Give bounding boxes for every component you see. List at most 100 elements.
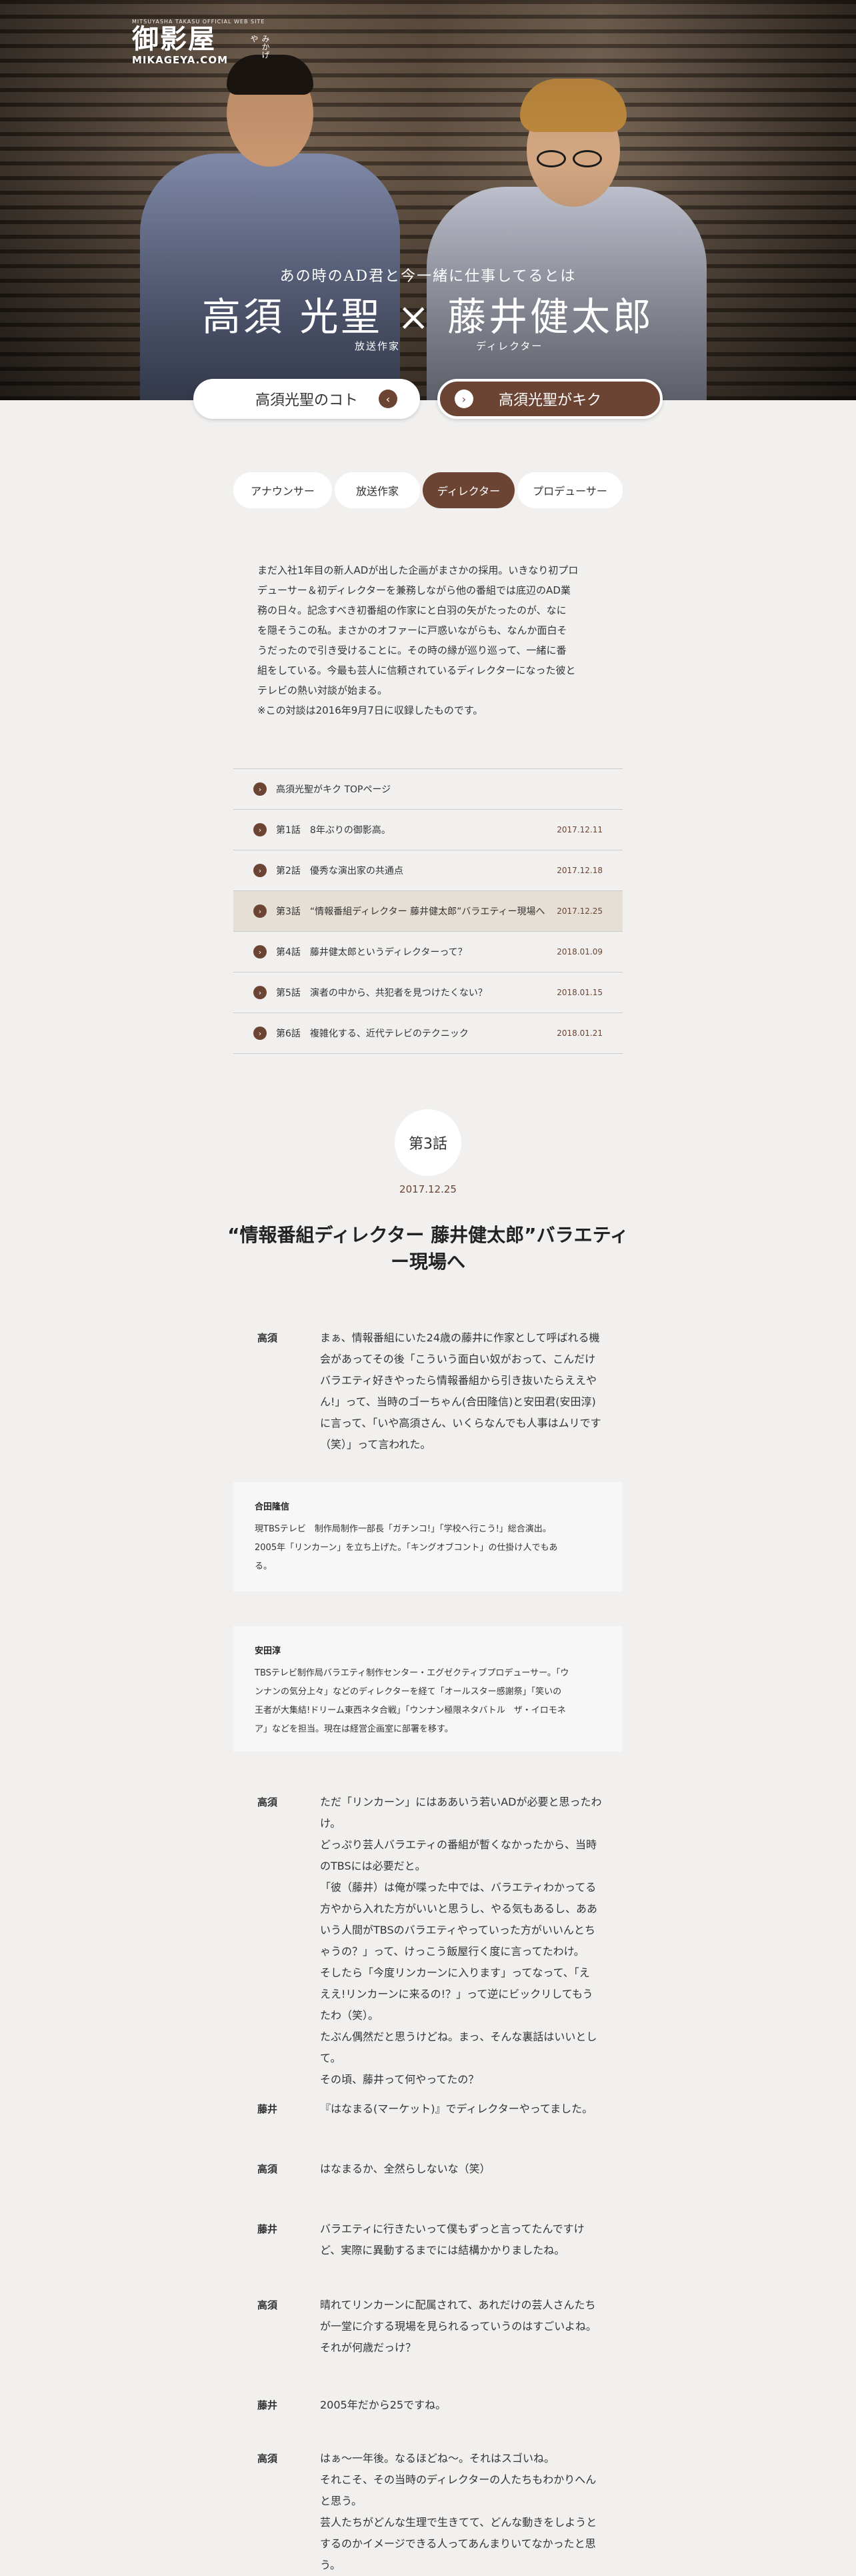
tab-writer[interactable]: 放送作家 <box>335 472 420 508</box>
tab-label: ディレクター <box>437 485 501 498</box>
episode-label: 第3話 “情報番組ディレクター 藤井健太郎”バラエティー現場へ <box>276 906 545 917</box>
episode-link-5[interactable]: › 第5話 演者の中から、共犯者を見つけたくない？ 2018.01.15 <box>233 973 623 1013</box>
dialogue-block: 高須 はなまるか、全然らしないな（笑） <box>257 2158 604 2180</box>
dialogue-line: け。 <box>320 1817 341 1830</box>
role-right: ディレクター <box>476 340 543 352</box>
dialogue-block: 藤井 2005年だから25ですね。 <box>257 2395 604 2416</box>
tab-producer[interactable]: プロデューサー <box>517 472 623 508</box>
dialogue-text: まぁ、情報番組にいた24歳の藤井に作家として呼ばれる機 会があってその後「こうい… <box>320 1327 604 1455</box>
site-logo[interactable]: MITSUYASHA TAKASU OFFICIAL WEB SITE 御影屋 … <box>132 19 270 66</box>
chevron-right-icon: › <box>253 823 267 836</box>
dialogue-block: 高須 はぁ〜一年後。なるほどね〜。それはスゴいね。 それこそ、その当時のディレク… <box>257 2448 604 2576</box>
episode-list: › 高須光聖がキク TOPページ › 第1話 8年ぶりの御影高。 2017.12… <box>233 768 623 1054</box>
dialogue-line: はぁ〜一年後。なるほどね〜。それはスゴいね。 <box>320 2452 555 2465</box>
episode-number: 第3話 <box>409 1136 447 1153</box>
chevron-right-icon: › <box>253 782 267 796</box>
logo-text: 御影屋 <box>132 23 216 55</box>
episode-link-3[interactable]: › 第3話 “情報番組ディレクター 藤井健太郎”バラエティー現場へ 2017.1… <box>233 891 623 932</box>
dialogue-line: ただ「リンカーン」にはああいう若いADが必要と思ったわ <box>320 1796 602 1808</box>
dialogue-text: 晴れてリンカーンに配属されて、あれだけの芸人さんたち が一堂に介する現場を見られ… <box>320 2295 604 2359</box>
speaker-name: 高須 <box>257 2163 278 2175</box>
dialogue-line: 方やから入れた方がいいと思うし、やる気もあるし、ああ <box>320 1902 598 1915</box>
tab-director[interactable]: ディレクター <box>423 472 515 508</box>
chevron-right-icon: › <box>253 945 267 958</box>
speaker-name: 藤井 <box>257 2223 278 2235</box>
dialogue-line: するのかイメージできる人ってあんまりいてなかったと思 <box>320 2537 596 2550</box>
dialogue-text: はぁ〜一年後。なるほどね〜。それはスゴいね。 それこそ、その当時のディレクターの… <box>320 2448 604 2576</box>
dialogue-text: バラエティに行きたいって僕もずっと言ってたんですけ ど、実際に異動するまでには結… <box>320 2218 604 2261</box>
episode-date: 2018.01.15 <box>557 988 603 997</box>
dialogue-line: （笑）」って言われた。 <box>320 1438 431 1451</box>
dialogue-line: ん!」って、当時のゴーちゃん(合田隆信)と安田君(安田淳) <box>320 1395 596 1408</box>
intro-line: 組をしている。今最も芸人に信頼されているディレクターになった彼と <box>257 664 576 676</box>
speaker-name: 藤井 <box>257 2103 278 2115</box>
chevron-right-icon: › <box>253 864 267 877</box>
dialogue-line: それこそ、その当時のディレクターの人たちもわかりへん <box>320 2473 597 2486</box>
dialogue-line: に言って、「いや高須さん、いくらなんでも人事はムリです <box>320 1417 601 1429</box>
takasu-no-koto-label: 高須光聖のコト <box>255 392 358 409</box>
speaker-name: 高須 <box>257 1796 278 1808</box>
annotation-line: 王者が大集結!ドリーム東西ネタ合戦」「ウンナン極限ネタバトル ザ・イロモネ <box>255 1706 566 1716</box>
dialogue-line: て。 <box>320 2052 341 2064</box>
dialogue-line: のTBSには必要だと。 <box>320 1860 426 1872</box>
page: MITSUYASHA TAKASU OFFICIAL WEB SITE 御影屋 … <box>0 0 856 2571</box>
dialogue-line: はなまるか、全然らしないな（笑） <box>320 2162 491 2175</box>
logo-kana: みかげや <box>249 35 270 59</box>
tab-label: 放送作家 <box>355 485 399 498</box>
episode-date: 2018.01.21 <box>557 1029 603 1038</box>
episode-label: 第5話 演者の中から、共犯者を見つけたくない？ <box>276 988 487 999</box>
tab-announcer[interactable]: アナウンサー <box>233 472 332 508</box>
episode-date: 2017.12.25 <box>557 906 603 916</box>
episode-date: 2017.12.18 <box>557 866 603 875</box>
intro-line: 務の日々。記念すべき初番組の作家にと白羽の矢がたったのが、なに <box>257 604 567 616</box>
intro-line: デューサー＆初ディレクターを兼務しながら他の番組では底辺のAD業 <box>257 584 571 596</box>
dialogue-line: が一堂に介する現場を見られるっていうのはすごいよね。 <box>320 2320 597 2333</box>
dialogue-block: 高須 まぁ、情報番組にいた24歳の藤井に作家として呼ばれる機 会があってその後「… <box>257 1327 604 1455</box>
dialogue-line: 会があってその後「こういう面白い奴がおって、こんだけ <box>320 1353 596 1365</box>
chevron-left-icon: ‹ <box>379 390 397 408</box>
dialogue-line: バラエティ好きやったら情報番組から引き抜いたらええや <box>320 1374 597 1387</box>
dialogue-text: はなまるか、全然らしないな（笑） <box>320 2158 604 2180</box>
chevron-right-icon: › <box>253 986 267 999</box>
dialogue-block: 藤井 バラエティに行きたいって僕もずっと言ってたんですけ ど、実際に異動するまで… <box>257 2218 604 2261</box>
dialogue-line: 芸人たちがどんな生理で生きてて、どんな動きをしようと <box>320 2516 597 2529</box>
episode-title: “情報番組ディレクター 藤井健太郎”バラエティー現場へ <box>227 1224 629 1273</box>
intro-text: まだ入社1年目の新人ADが出した企画がまさかの採用。いきなり初プロ デューサー＆… <box>257 560 644 720</box>
speaker-name: 高須 <box>257 2299 278 2311</box>
dialogue-text: ただ「リンカーン」にはああいう若いADが必要と思ったわ け。 どっぷり芸人バラエ… <box>320 1792 604 2090</box>
takasu-no-koto-button[interactable]: 高須光聖のコト ‹ <box>193 379 420 419</box>
episode-link-6[interactable]: › 第6話 複雑化する、近代テレビのテクニック 2018.01.21 <box>233 1013 623 1054</box>
dialogue-line: そしたら「今度リンカーンに入ります」ってなって、「え <box>320 1966 590 1979</box>
episode-link-4[interactable]: › 第4話 藤井健太郎というディレクターって？ 2018.01.09 <box>233 932 623 973</box>
episode-date: 2017.12.11 <box>557 825 603 834</box>
annotation-line: ンナンの気分上々」などのディレクターを経て「オールスター感謝祭」「笑いの <box>255 1687 562 1697</box>
tab-label: プロデューサー <box>533 485 607 498</box>
dialogue-line: どっぷり芸人バラエティの番組が暫くなかったから、当時 <box>320 1838 597 1851</box>
takasu-ga-kiku-label: 高須光聖がキク <box>498 392 601 409</box>
category-tabs: アナウンサー 放送作家 ディレクター プロデューサー <box>233 472 623 508</box>
dialogue-text: 『はなまる(マーケット)』でディレクターやってました。 <box>320 2098 604 2120</box>
dialogue-line: う。 <box>320 2559 341 2571</box>
dialogue-line: バラエティに行きたいって僕もずっと言ってたんですけ <box>320 2222 585 2235</box>
hero-subtitle: あの時のAD君と今一緒に仕事してるとは <box>279 268 577 285</box>
dialogue-block: 藤井 『はなまる(マーケット)』でディレクターやってました。 <box>257 2098 604 2120</box>
takasu-ga-kiku-button[interactable]: › 高須光聖がキク <box>437 379 663 419</box>
dialogue-line: いう人間がTBSのバラエティやっていった方がいいんとち <box>320 1924 595 1936</box>
annotation-line: 2005年「リンカーン」を立ち上げた。「キングオブコント」の仕掛け人でもあ <box>255 1543 558 1553</box>
dialogue-line: 『はなまる(マーケット)』でディレクターやってました。 <box>320 2102 593 2115</box>
dialogue-line: 晴れてリンカーンに配属されて、あれだけの芸人さんたち <box>320 2299 596 2311</box>
episode-number-badge: 第3話 <box>395 1109 461 1176</box>
intro-line: テレビの熱い対談が始まる。 <box>257 684 388 696</box>
speaker-name: 高須 <box>257 2453 278 2465</box>
episode-link-top[interactable]: › 高須光聖がキク TOPページ <box>233 769 623 810</box>
speaker-name: 藤井 <box>257 2399 278 2411</box>
episode-date: 2018.01.09 <box>557 947 603 956</box>
dialogue-line: たぶん偶然だと思うけどね。まっ、そんな裏話はいいとし <box>320 2030 597 2043</box>
episode-link-2[interactable]: › 第2話 優秀な演出家の共通点 2017.12.18 <box>233 850 623 891</box>
episode-label: 第1話 8年ぶりの御影高。 <box>276 825 391 836</box>
dialogue-line: まぁ、情報番組にいた24歳の藤井に作家として呼ばれる機 <box>320 1331 600 1344</box>
logo-url: MIKAGEYA.COM <box>132 54 228 66</box>
dialogue-line: と思う。 <box>320 2495 363 2507</box>
episode-label: 第4話 藤井健太郎というディレクターって？ <box>276 947 467 958</box>
episode-link-1[interactable]: › 第1話 8年ぶりの御影高。 2017.12.11 <box>233 810 623 850</box>
